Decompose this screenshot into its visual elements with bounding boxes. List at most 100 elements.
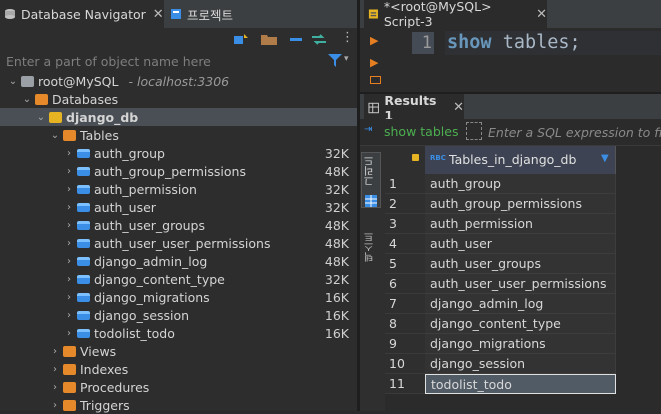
folder-icon[interactable] (261, 34, 277, 45)
execute-statement-icon[interactable]: ▶ (370, 34, 378, 47)
tree-item-label: django_content_type (94, 271, 225, 287)
query-label[interactable]: show tables (384, 124, 458, 139)
tree-item[interactable]: › todolist_todo 16K (0, 324, 357, 342)
tree-item[interactable]: › django_content_type 32K (0, 270, 357, 288)
row-number[interactable]: 3 (385, 214, 425, 234)
tree-item[interactable]: › auth_group_permissions 48K (0, 162, 357, 180)
chevron-down-icon[interactable]: ▾ (344, 54, 349, 64)
tree-item[interactable]: › auth_user_user_permissions 48K (0, 234, 357, 252)
chevron-right-icon[interactable]: › (64, 148, 74, 159)
table-cell[interactable]: auth_permission (425, 214, 616, 234)
expand-filter-icon[interactable] (466, 122, 482, 140)
table-cell[interactable]: django_migrations (425, 334, 616, 354)
tab-script-3[interactable]: *<root@MySQL> Script-3 ✕ (364, 0, 547, 29)
row-number[interactable]: 10 (385, 354, 425, 374)
table-cell[interactable]: django_admin_log (425, 294, 616, 314)
tree-item-label: auth_user_groups (94, 217, 205, 233)
chevron-right-icon[interactable]: › (64, 238, 74, 249)
tree-item[interactable]: › auth_group 32K (0, 144, 357, 162)
table-cell[interactable]: todolist_todo (425, 374, 616, 394)
table-cell[interactable]: auth_group (425, 174, 616, 194)
row-number[interactable]: 6 (385, 274, 425, 294)
execute-script-icon[interactable]: ▶ (370, 56, 378, 69)
tree-item[interactable]: › Views (0, 342, 357, 360)
table-cell[interactable]: django_session (425, 354, 616, 374)
tree-item[interactable]: ⌄ Tables (0, 126, 357, 144)
row-number[interactable]: 2 (385, 194, 425, 214)
tree-item-label: Indexes (80, 361, 129, 377)
explain-plan-icon[interactable] (370, 76, 381, 84)
link-icon[interactable] (312, 34, 326, 45)
text-view-tab[interactable]: 텍스트 (362, 232, 382, 288)
tree-item[interactable]: › auth_user 32K (0, 198, 357, 216)
database-navigator-icon (5, 9, 15, 19)
tree-item[interactable]: ⌄ Databases (0, 90, 357, 108)
chevron-right-icon[interactable]: › (64, 202, 74, 213)
chevron-right-icon[interactable]: › (64, 220, 74, 231)
chevron-right-icon[interactable]: › (50, 364, 60, 375)
sql-code-line[interactable]: show tables; (447, 32, 581, 53)
row-number[interactable]: 4 (385, 234, 425, 254)
object-filter-input[interactable] (6, 52, 326, 70)
close-icon[interactable]: ✕ (153, 7, 164, 22)
chevron-right-icon[interactable]: › (64, 310, 74, 321)
results-filter-bar: ⇥ show tables (360, 119, 661, 146)
tab-results-1[interactable]: Results 1 ✕ (364, 93, 464, 123)
row-number[interactable]: 5 (385, 254, 425, 274)
chevron-right-icon[interactable]: › (50, 382, 60, 393)
tree-item[interactable]: › django_migrations 16K (0, 288, 357, 306)
tree-item[interactable]: › Indexes (0, 360, 357, 378)
new-connection-icon[interactable] (234, 34, 248, 45)
tab-project[interactable]: 프로젝트 (166, 0, 246, 28)
tree-item-label: auth_user_user_permissions (94, 235, 271, 251)
table-cell[interactable]: auth_user_groups (425, 254, 616, 274)
tree-item[interactable]: › auth_user_groups 48K (0, 216, 357, 234)
tree-item[interactable]: › Triggers (0, 396, 357, 414)
sort-icon[interactable]: ▼ (601, 153, 609, 164)
chevron-right-icon[interactable]: › (64, 328, 74, 339)
tree-item[interactable]: › django_admin_log 48K (0, 252, 357, 270)
row-number[interactable]: 11 (385, 374, 425, 394)
tree-item-label: auth_permission (94, 181, 197, 197)
close-icon[interactable]: ✕ (536, 7, 547, 22)
chevron-down-icon[interactable]: ⌄ (22, 94, 32, 105)
chevron-right-icon[interactable]: › (64, 184, 74, 195)
chevron-down-icon[interactable]: ⌄ (8, 76, 18, 87)
sql-editor[interactable]: ▶ ▶ 1 show tables; (360, 28, 661, 90)
chevron-right-icon[interactable]: › (50, 400, 60, 411)
tab-database-navigator[interactable]: Database Navigator ✕ (0, 0, 164, 28)
close-icon[interactable]: ✕ (453, 100, 464, 115)
row-number[interactable]: 9 (385, 334, 425, 354)
table-cell[interactable]: auth_user (425, 234, 616, 254)
tree-item[interactable]: › django_session 16K (0, 306, 357, 324)
table-icon (77, 148, 90, 158)
tree-item[interactable]: › auth_permission 32K (0, 180, 357, 198)
tree-item[interactable]: ⌄ django_db (0, 108, 357, 126)
chevron-down-icon[interactable]: ⌄ (36, 112, 46, 123)
chevron-right-icon[interactable]: › (50, 346, 60, 357)
grid-icon[interactable] (365, 195, 377, 207)
tree-item[interactable]: › Procedures (0, 378, 357, 396)
grid-corner (385, 146, 425, 175)
column-header[interactable]: RBC Tables_in_django_db ▼ (425, 146, 616, 174)
results-grid-icon (368, 102, 379, 113)
sql-filter-input[interactable] (488, 123, 661, 141)
row-number[interactable]: 1 (385, 174, 425, 194)
table-icon (77, 256, 90, 266)
more-menu-icon[interactable]: ⋮ (341, 30, 354, 45)
filter-icon[interactable] (328, 54, 342, 67)
tree-item-label: Databases (52, 91, 119, 107)
table-cell[interactable]: auth_group_permissions (425, 194, 616, 214)
chevron-right-icon[interactable]: › (64, 274, 74, 285)
text-view-label: 텍스트 (365, 232, 376, 262)
row-number[interactable]: 7 (385, 294, 425, 314)
chevron-down-icon[interactable]: ⌄ (50, 130, 60, 141)
chevron-right-icon[interactable]: › (64, 292, 74, 303)
collapse-icon[interactable] (290, 34, 302, 45)
chevron-right-icon[interactable]: › (64, 256, 74, 267)
table-cell[interactable]: django_content_type (425, 314, 616, 334)
tree-item[interactable]: ⌄ root@MySQL - localhost:3306 (0, 72, 357, 90)
chevron-right-icon[interactable]: › (64, 166, 74, 177)
row-number[interactable]: 8 (385, 314, 425, 334)
table-cell[interactable]: auth_user_user_permissions (425, 274, 616, 294)
